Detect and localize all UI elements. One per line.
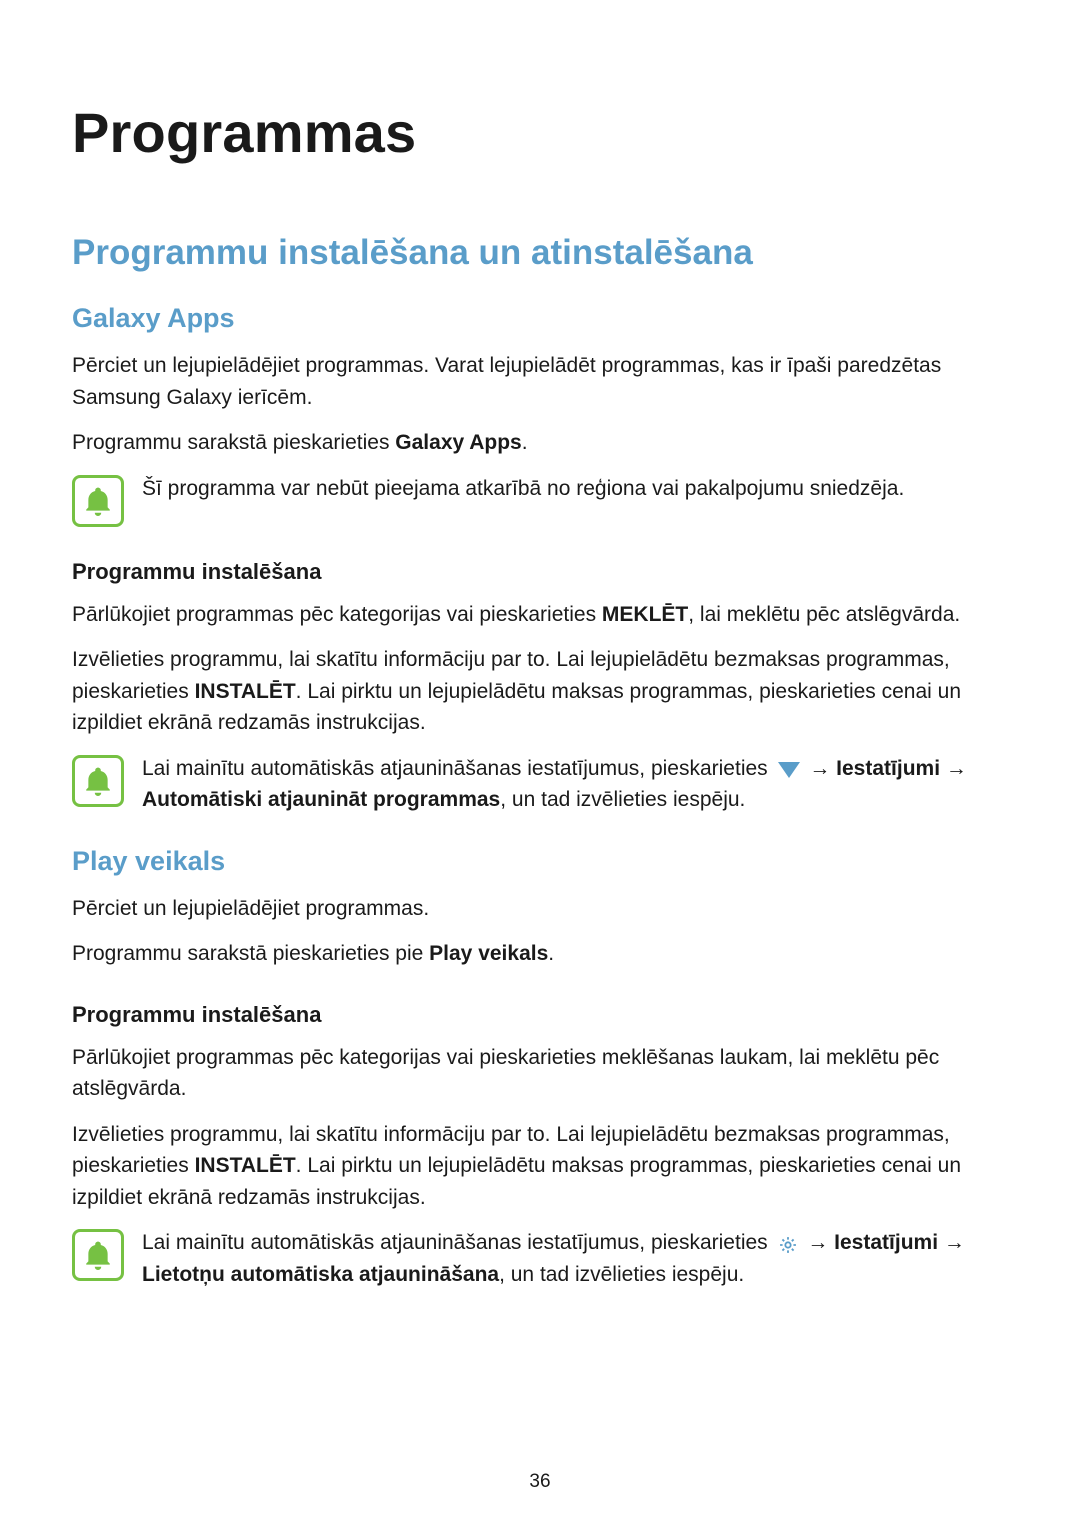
section-heading: Programmu instalēšana un atinstalēšana: [72, 233, 1008, 273]
action-name: INSTALĒT: [195, 1154, 296, 1177]
paragraph: Pārlūkojiet programmas pēc kategorijas v…: [72, 599, 1008, 631]
action-name: MEKLĒT: [602, 603, 688, 626]
paragraph: Pērciet un lejupielādējiet programmas. V…: [72, 350, 1008, 413]
arrow: →: [804, 757, 837, 780]
action-name: INSTALĒT: [195, 680, 296, 703]
text: , un tad izvēlieties iespēju.: [500, 788, 745, 811]
arrow: →: [938, 1231, 965, 1254]
gear-icon: [778, 1235, 798, 1255]
app-name: Galaxy Apps: [395, 431, 521, 454]
text: Programmu sarakstā pieskarieties pie: [72, 942, 429, 965]
menu-label: Iestatījumi: [836, 757, 940, 780]
bell-icon: [72, 1229, 124, 1281]
text: Lai mainītu automātiskās atjaunināšanas …: [142, 757, 774, 780]
note-text: Lai mainītu automātiskās atjaunināšanas …: [142, 753, 1008, 816]
text: .: [522, 431, 528, 454]
menu-label: Iestatījumi: [834, 1231, 938, 1254]
paragraph: Pērciet un lejupielādējiet programmas.: [72, 893, 1008, 925]
text: Lai mainītu automātiskās atjaunināšanas …: [142, 1231, 774, 1254]
paragraph: Programmu sarakstā pieskarieties pie Pla…: [72, 938, 1008, 970]
text: , un tad izvēlieties iespēju.: [499, 1263, 744, 1286]
note-text: Lai mainītu automātiskās atjaunināšanas …: [142, 1227, 1008, 1290]
dropdown-icon: [778, 762, 800, 778]
sub-heading: Programmu instalēšana: [72, 559, 1008, 585]
note-block: Šī programma var nebūt pieejama atkarībā…: [72, 473, 1008, 527]
text: Programmu sarakstā pieskarieties: [72, 431, 395, 454]
arrow: →: [802, 1231, 835, 1254]
note-block: Lai mainītu automātiskās atjaunināšanas …: [72, 1227, 1008, 1290]
sub-heading: Programmu instalēšana: [72, 1002, 1008, 1028]
page-title: Programmas: [72, 100, 1008, 165]
text: , lai meklētu pēc atslēgvārda.: [688, 603, 960, 626]
app-name: Play veikals: [429, 942, 548, 965]
page-number: 36: [0, 1471, 1080, 1493]
note-block: Lai mainītu automātiskās atjaunināšanas …: [72, 753, 1008, 816]
bell-icon: [72, 755, 124, 807]
note-text: Šī programma var nebūt pieejama atkarībā…: [142, 473, 1008, 505]
paragraph: Programmu sarakstā pieskarieties Galaxy …: [72, 427, 1008, 459]
menu-label: Lietotņu automātiska atjaunināšana: [142, 1263, 499, 1286]
menu-label: Automātiski atjaunināt programmas: [142, 788, 500, 811]
arrow: →: [940, 757, 967, 780]
text: .: [548, 942, 554, 965]
paragraph: Izvēlieties programmu, lai skatītu infor…: [72, 644, 1008, 739]
subsection-play-store: Play veikals: [72, 846, 1008, 877]
subsection-galaxy-apps: Galaxy Apps: [72, 303, 1008, 334]
paragraph: Izvēlieties programmu, lai skatītu infor…: [72, 1119, 1008, 1214]
bell-icon: [72, 475, 124, 527]
text: Pārlūkojiet programmas pēc kategorijas v…: [72, 603, 602, 626]
paragraph: Pārlūkojiet programmas pēc kategorijas v…: [72, 1042, 1008, 1105]
